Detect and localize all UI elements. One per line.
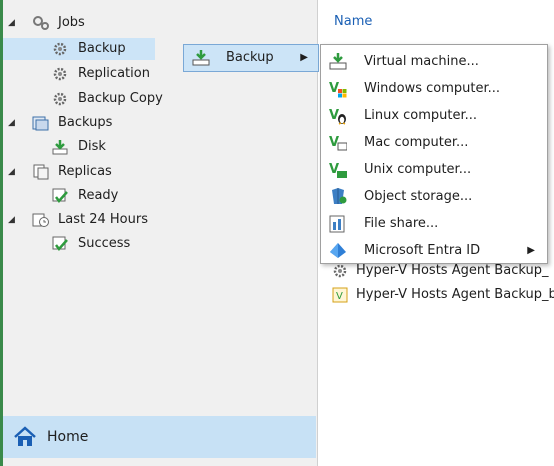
backup-download-icon xyxy=(192,50,210,66)
collapse-arrow-icon[interactable]: ◢ xyxy=(8,112,15,134)
column-header-name[interactable]: Name xyxy=(334,14,372,29)
tree-node-jobs[interactable]: ◢ Jobs xyxy=(8,12,208,34)
menu-item-linux-computer[interactable]: V Linux computer... xyxy=(321,102,547,129)
submenu-arrow-icon: ▶ xyxy=(300,52,308,63)
backup-submenu-trigger[interactable]: Backup ▶ xyxy=(183,44,319,72)
collapse-arrow-icon[interactable]: ◢ xyxy=(8,209,15,231)
gear-icon xyxy=(52,41,68,57)
gear-icon xyxy=(52,66,68,82)
tree-node-disk[interactable]: Disk xyxy=(52,136,152,158)
tree-label-replication: Replication xyxy=(78,66,150,81)
unix-icon: V xyxy=(329,160,347,179)
mac-icon: V xyxy=(329,133,347,152)
tree-node-last-24-hours[interactable]: ◢ Last 24 Hours xyxy=(8,209,208,231)
tree-label-replicas: Replicas xyxy=(58,164,112,179)
home-label: Home xyxy=(47,429,89,445)
menu-item-virtual-machine[interactable]: Virtual machine... xyxy=(321,48,547,75)
entra-id-icon xyxy=(329,241,347,260)
tree-label-jobs: Jobs xyxy=(58,15,85,30)
menu-item-unix-computer[interactable]: V Unix computer... xyxy=(321,156,547,183)
file-share-icon xyxy=(329,214,347,233)
tree-node-backups[interactable]: ◢ Backups xyxy=(8,112,208,134)
tree-label-backup-copy: Backup Copy xyxy=(78,91,163,106)
home-icon xyxy=(13,426,37,448)
submenu-arrow-icon: ▶ xyxy=(527,245,535,256)
history-icon xyxy=(32,212,49,228)
menu-item-label: Microsoft Entra ID xyxy=(364,243,481,258)
replicas-icon xyxy=(32,164,49,180)
linux-icon: V xyxy=(329,106,347,125)
menu-item-label: Mac computer... xyxy=(364,135,469,150)
success-check-icon xyxy=(52,236,68,252)
menu-item-mac-computer[interactable]: V Mac computer... xyxy=(321,129,547,156)
menu-item-microsoft-entra-id[interactable]: Microsoft Entra ID ▶ xyxy=(321,237,547,264)
menu-item-file-share[interactable]: File share... xyxy=(321,210,547,237)
backup-folder-icon: V xyxy=(332,287,348,303)
tree-label-disk: Disk xyxy=(78,139,106,154)
job-name: Hyper-V Hosts Agent Backup_b xyxy=(356,287,554,302)
tree-label-backups: Backups xyxy=(58,115,113,130)
tree-label-success: Success xyxy=(78,236,131,251)
disk-backup-icon xyxy=(52,139,68,155)
svg-text:V: V xyxy=(336,291,343,302)
backups-storage-icon xyxy=(32,115,49,131)
submenu-label: Backup xyxy=(226,50,274,65)
backup-context-menu: Virtual machine... V Windows computer...… xyxy=(320,44,548,264)
tree-node-success[interactable]: Success xyxy=(52,233,162,255)
collapse-arrow-icon[interactable]: ◢ xyxy=(8,161,15,183)
collapse-arrow-icon[interactable]: ◢ xyxy=(8,12,15,34)
vm-backup-icon xyxy=(329,52,347,71)
menu-item-windows-computer[interactable]: V Windows computer... xyxy=(321,75,547,102)
menu-item-label: Virtual machine... xyxy=(364,54,479,69)
tree-node-backup[interactable]: Backup xyxy=(52,38,162,60)
gears-icon xyxy=(32,15,49,31)
windows-icon: V xyxy=(329,79,347,98)
svg-text:V: V xyxy=(329,108,339,123)
ready-check-icon xyxy=(52,188,68,204)
menu-item-label: Windows computer... xyxy=(364,81,501,96)
tree-node-replicas[interactable]: ◢ Replicas xyxy=(8,161,208,183)
svg-text:V: V xyxy=(329,81,339,96)
tree-label-backup: Backup xyxy=(78,41,126,56)
home-nav-button[interactable]: Home xyxy=(3,416,316,458)
tree-label-last-24-hours: Last 24 Hours xyxy=(58,212,148,227)
tree-node-replication[interactable]: Replication xyxy=(52,63,192,85)
menu-item-label: Linux computer... xyxy=(364,108,478,123)
menu-item-object-storage[interactable]: Object storage... xyxy=(321,183,547,210)
tree-label-ready: Ready xyxy=(78,188,119,203)
tree-node-backup-copy[interactable]: Backup Copy xyxy=(52,88,202,110)
menu-item-label: Unix computer... xyxy=(364,162,472,177)
menu-item-label: Object storage... xyxy=(364,189,473,204)
menu-item-label: File share... xyxy=(364,216,439,231)
window-edge xyxy=(0,0,3,466)
object-storage-icon xyxy=(329,187,347,206)
gear-icon xyxy=(332,263,348,279)
tree-node-ready[interactable]: Ready xyxy=(52,185,152,207)
gear-icon xyxy=(52,91,68,107)
